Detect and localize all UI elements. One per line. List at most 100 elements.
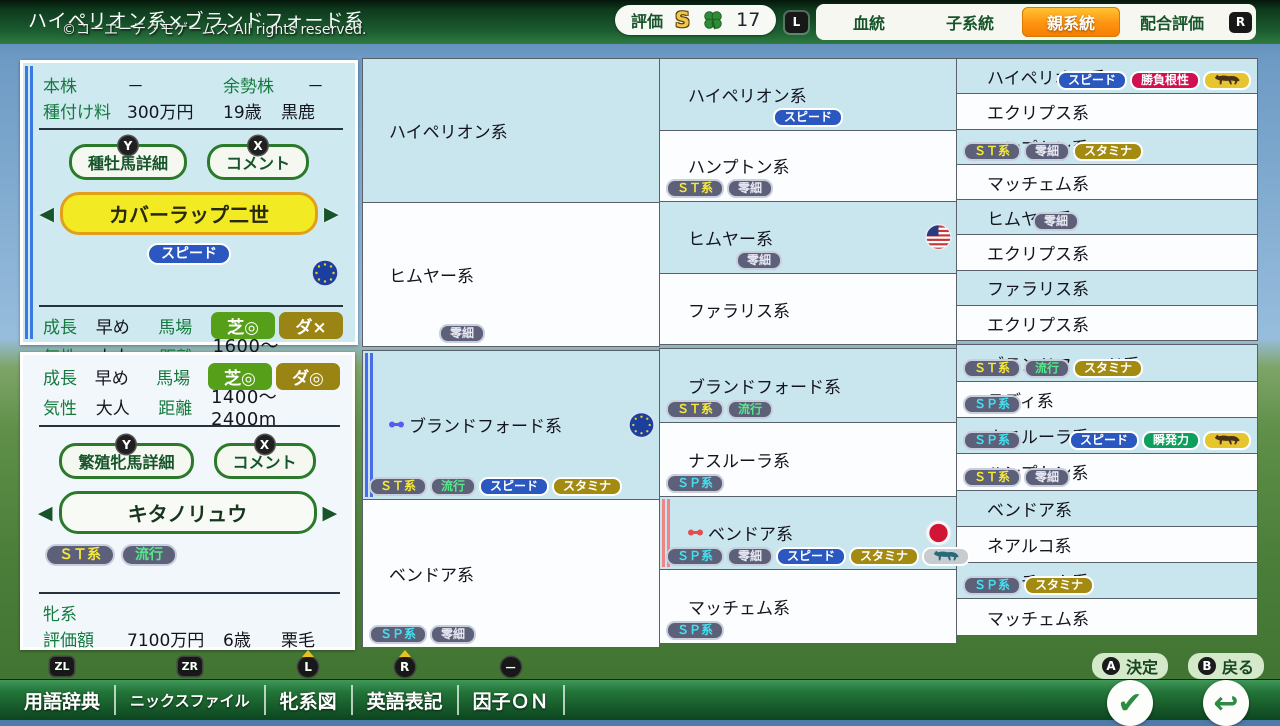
divider [39,128,343,130]
fee-value: 300万円 [127,102,194,123]
pedigree-cell[interactable]: エクリプス系 [956,234,1258,271]
next-sire-arrow[interactable]: ▶ [324,203,339,225]
pedigree-cell[interactable]: マッチェム系 [956,163,1258,201]
badge-rare: 零細 [1024,141,1071,161]
lineage-name: マッチェム系 [987,609,1089,630]
badge-rare: 零細 [1033,212,1080,232]
track-label: 馬場 [158,318,193,338]
confirm-label: 決定 [1125,658,1158,677]
next-mare-arrow[interactable]: ▶ [323,502,338,524]
pedigree-cell[interactable]: エクリプス系 [956,305,1258,342]
y-key-icon: Y [118,136,138,155]
lineage-name: エクリプス系 [987,245,1089,266]
pedigree-cell[interactable]: ブランドフォード系ＳＴ系流行スタミナ [956,344,1258,382]
lineage-name: マッチェム系 [987,174,1089,195]
spare-stock-value: － [307,76,324,97]
pedigree-cell[interactable]: ハイペリオン系 [362,58,660,204]
lineage-name: ベンドア系 [987,500,1072,521]
lineage-name: ベンドア系 [660,520,793,545]
prev-mare-arrow[interactable]: ◀ [38,502,53,524]
footer-item-2[interactable]: ZR ニックスファイル [116,657,264,720]
pedigree-cell[interactable]: ナスルーラ系 ＳＰ系 [659,421,957,497]
mare-name-pill[interactable]: キタノリュウ [58,491,317,534]
distance-label: 距離 [158,399,193,419]
pedigree-cell[interactable]: テディ系ＳＰ系 [956,380,1258,418]
pedigree-cell[interactable]: ネアルコ系 [956,525,1258,564]
pedigree-cell[interactable]: ベンドア系 ＳＰ系 零細 スピード スタミナ [659,495,971,571]
pedigree-cell[interactable]: ブランドフォード系 ＳＴ系 流行 [659,348,957,423]
footer-item-3[interactable]: L 牝系図 [266,657,351,720]
pedigree-cell[interactable]: ハンプトン系ＳＴ系零細スタミナ [956,128,1258,165]
pedigree-cell[interactable]: ヒムヤー系 零細 [362,202,660,348]
rating-value: S [675,8,691,32]
R-key-icon: R [394,657,415,677]
sire-detail-button[interactable]: Y 種牡馬詳細 [68,136,187,180]
badge-stamina: スタミナ [1073,141,1144,161]
rating-label: 評価 [631,12,664,31]
back-button[interactable]: B 戻る ↩ [1187,653,1264,726]
tab-3[interactable]: 親系統 [1022,7,1120,37]
mare-detail-button[interactable]: Y 繁殖牝馬詳細 [59,435,194,479]
pedigree-cell[interactable]: ヒムヤー系 零細 [956,199,1258,236]
badge-burst: 瞬発力 [1141,431,1200,451]
pedigree-cell[interactable]: マッチェム系ＳＰ系スタミナ [956,562,1258,600]
eu-flag-icon [311,259,339,287]
mare-coat: 栗毛 [281,630,315,651]
mare-age: 6歳 [223,630,251,651]
footer-item-5[interactable]: －因子ＯＮ [459,657,563,720]
prev-sire-arrow[interactable]: ◀ [39,203,54,225]
tab-2[interactable]: 子系統 [921,7,1019,37]
badge-sp: ＳＰ系 [963,576,1022,596]
tab-group: L 血統 子系統 親系統 配合評価 R [785,4,1256,40]
lineage-name: エクリプス系 [987,103,1089,124]
badge-speed: スピード [772,107,844,127]
r-shoulder-button[interactable]: R [1229,11,1252,33]
sire-name-pill[interactable]: カバーラップ二世 [60,192,318,235]
pedigree-cell[interactable]: マッチェム系 [956,598,1258,636]
badge-rare: 零細 [430,624,477,644]
pedigree-cell[interactable]: ハイペリオン系 スピード [659,58,957,131]
x-key-icon: X [248,136,268,155]
pedigree-cell[interactable]: ハンプトン系ＳＴ系零細 [659,129,957,203]
pedigree-cell[interactable]: ハンプトン系ＳＴ系零細 [956,453,1258,491]
badge-stamina: スタミナ [1073,358,1144,378]
lineage-name: ブランドフォード系 [688,378,841,399]
tab-4[interactable]: 配合評価 [1123,7,1221,37]
badge-sp: ＳＰ系 [666,547,725,567]
growth-label: 成長 [43,369,77,389]
a-key-icon: A [1101,657,1120,675]
pedigree-cell[interactable]: ナスルーラ系 ＳＰ系 スピード 瞬発力 [956,416,1258,455]
pedigree-cell[interactable]: ハイペリオン系 スピード 勝負根性 [956,58,1258,95]
pedigree-cell[interactable]: ベンドア系 [956,489,1258,527]
pedigree-cell[interactable]: ベンドア系 ＳＰ系 零細 [362,498,660,648]
pedigree-grid: ハイペリオン系 ヒムヤー系 零細 ブランドフォード系 ＳＴ系 流行 スピード スタミナ ベンドア… [362,58,1258,652]
badge-st: ＳＴ系 [369,476,428,496]
badge-sp: ＳＰ系 [666,473,725,493]
pedigree-cell[interactable]: マッチェム系 ＳＰ系 [659,569,957,644]
eu-flag-icon [628,411,655,439]
mare-comment-button[interactable]: X コメント [213,435,316,479]
pedigree-cell[interactable]: ファラリス系 [956,269,1258,307]
lineage-name: ヒムヤー系 [389,267,474,288]
footer-item-4[interactable]: R 英語表記 [353,657,457,720]
badge-trend: 流行 [1024,358,1071,378]
badge-sp: ＳＰ系 [666,620,725,640]
badge-st: ＳＴ系 [666,399,725,419]
confirm-button[interactable]: A 決定 ✔ [1091,653,1168,726]
pedigree-cell[interactable]: ヒムヤー系 零細 [659,201,957,274]
footer-item-1[interactable]: ZL 用語辞典 [10,657,114,720]
l-shoulder-button[interactable]: L [785,11,808,33]
sire-comment-button[interactable]: X コメント [207,136,310,180]
ZL-key-icon: ZL [50,657,74,676]
x-key-icon: X [255,435,274,454]
pedigree-cell[interactable]: ファラリス系 [659,272,957,346]
tab-1[interactable]: 血統 [820,7,918,37]
lineage-name: ブランドフォード系 [363,412,562,437]
badge-st: ＳＴ系 [666,179,725,199]
lineage-name: マッチェム系 [688,598,790,619]
pedigree-cell[interactable]: エクリプス系 [956,93,1258,130]
clover-count: 17 [736,9,761,31]
badge-st: ＳＴ系 [45,544,115,566]
appraisal-label: 評価額 [43,630,94,651]
pedigree-cell[interactable]: ブランドフォード系 ＳＴ系 流行 スピード スタミナ [362,350,660,500]
